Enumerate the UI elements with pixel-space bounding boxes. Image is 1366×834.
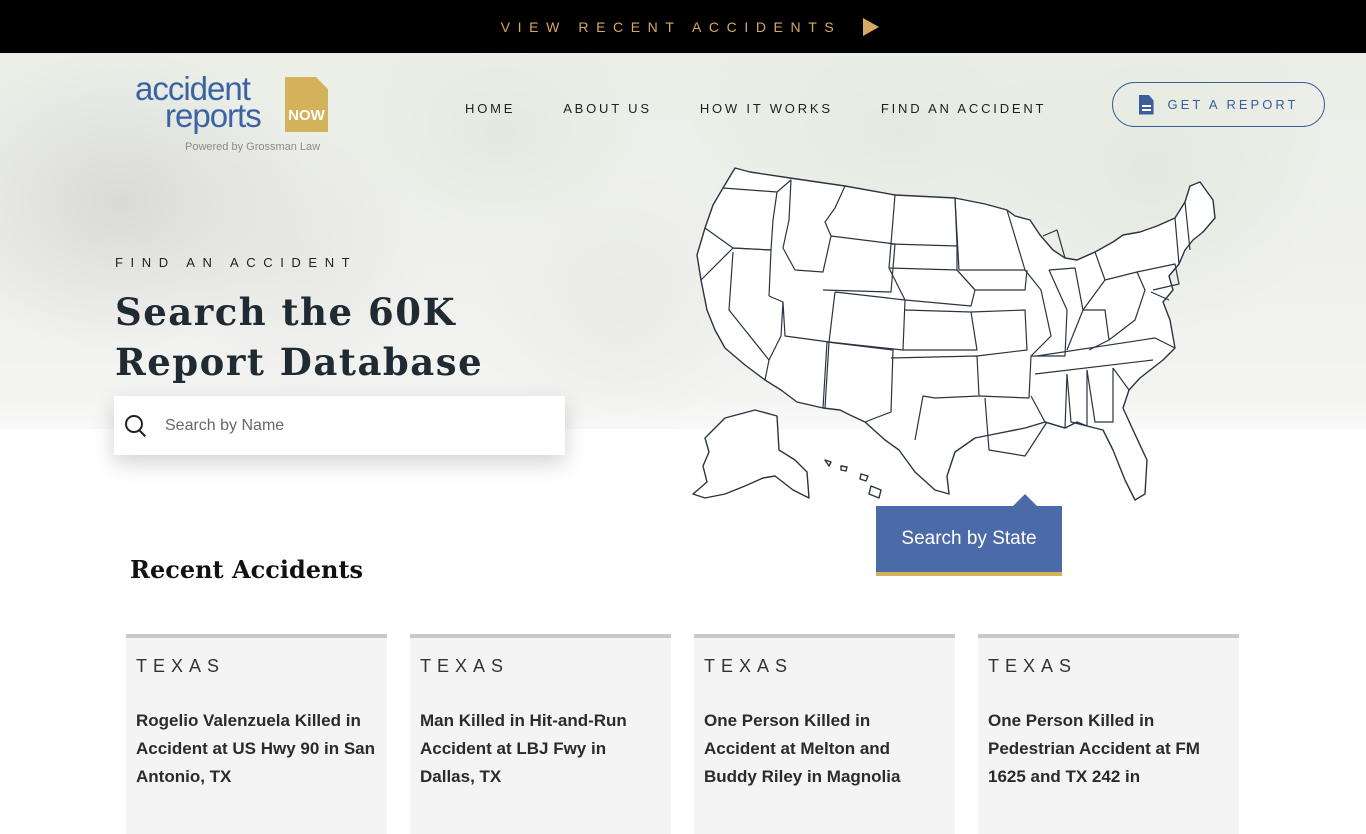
recent-accidents-list: TEXAS Rogelio Valenzuela Killed in Accid… [126,634,1240,834]
nav-how-it-works[interactable]: HOW IT WORKS [700,101,833,116]
document-icon [1138,94,1154,115]
card-state-label: TEXAS [704,656,794,676]
search-by-state-button[interactable]: Search by State [876,506,1062,576]
card-title[interactable]: One Person Killed in Pedestrian Accident… [988,707,1229,791]
accident-card[interactable]: TEXAS One Person Killed in Accident at M… [694,634,955,834]
alaska-outline [692,409,810,499]
hawaii-outline [824,459,882,499]
logo-powered-by: Powered by Grossman Law [185,141,321,153]
name-search-box [114,396,565,455]
card-title[interactable]: Man Killed in Hit-and-Run Accident at LB… [420,707,661,791]
site-logo[interactable]: accident reports NOW Powered by Grossman… [135,72,330,160]
accident-card[interactable]: TEXAS Rogelio Valenzuela Killed in Accid… [126,634,387,834]
accident-card[interactable]: TEXAS Man Killed in Hit-and-Run Accident… [410,634,671,834]
logo-now-badge: NOW [285,77,328,132]
card-state-label: TEXAS [136,656,226,676]
top-announcement-bar: VIEW RECENT ACCIDENTS [0,0,1366,53]
view-recent-accidents-label: VIEW RECENT ACCIDENTS [500,18,842,35]
nav-about-us[interactable]: ABOUT US [563,101,652,116]
main-nav: HOME ABOUT US HOW IT WORKS FIND AN ACCID… [465,101,1046,116]
accident-card[interactable]: TEXAS One Person Killed in Pedestrian Ac… [978,634,1239,834]
card-state-label: TEXAS [420,656,510,676]
view-recent-accidents-link[interactable]: VIEW RECENT ACCIDENTS [500,17,880,36]
card-state-label: TEXAS [988,656,1078,676]
nav-home[interactable]: HOME [465,101,515,116]
search-icon[interactable] [125,414,147,437]
get-a-report-button[interactable]: GET A REPORT [1112,82,1325,127]
recent-accidents-heading: Recent Accidents [130,555,364,584]
nav-find-an-accident[interactable]: FIND AN ACCIDENT [881,101,1046,116]
hero-eyebrow: FIND AN ACCIDENT [115,255,358,270]
get-a-report-label: GET A REPORT [1167,97,1299,112]
hero-headline: Search the 60K Report Database [115,290,484,384]
card-title[interactable]: Rogelio Valenzuela Killed in Accident at… [136,707,377,791]
us-states-map[interactable] [685,160,1230,510]
card-title[interactable]: One Person Killed in Accident at Melton … [704,707,945,791]
play-icon [863,17,880,36]
search-by-name-input[interactable] [165,416,525,435]
